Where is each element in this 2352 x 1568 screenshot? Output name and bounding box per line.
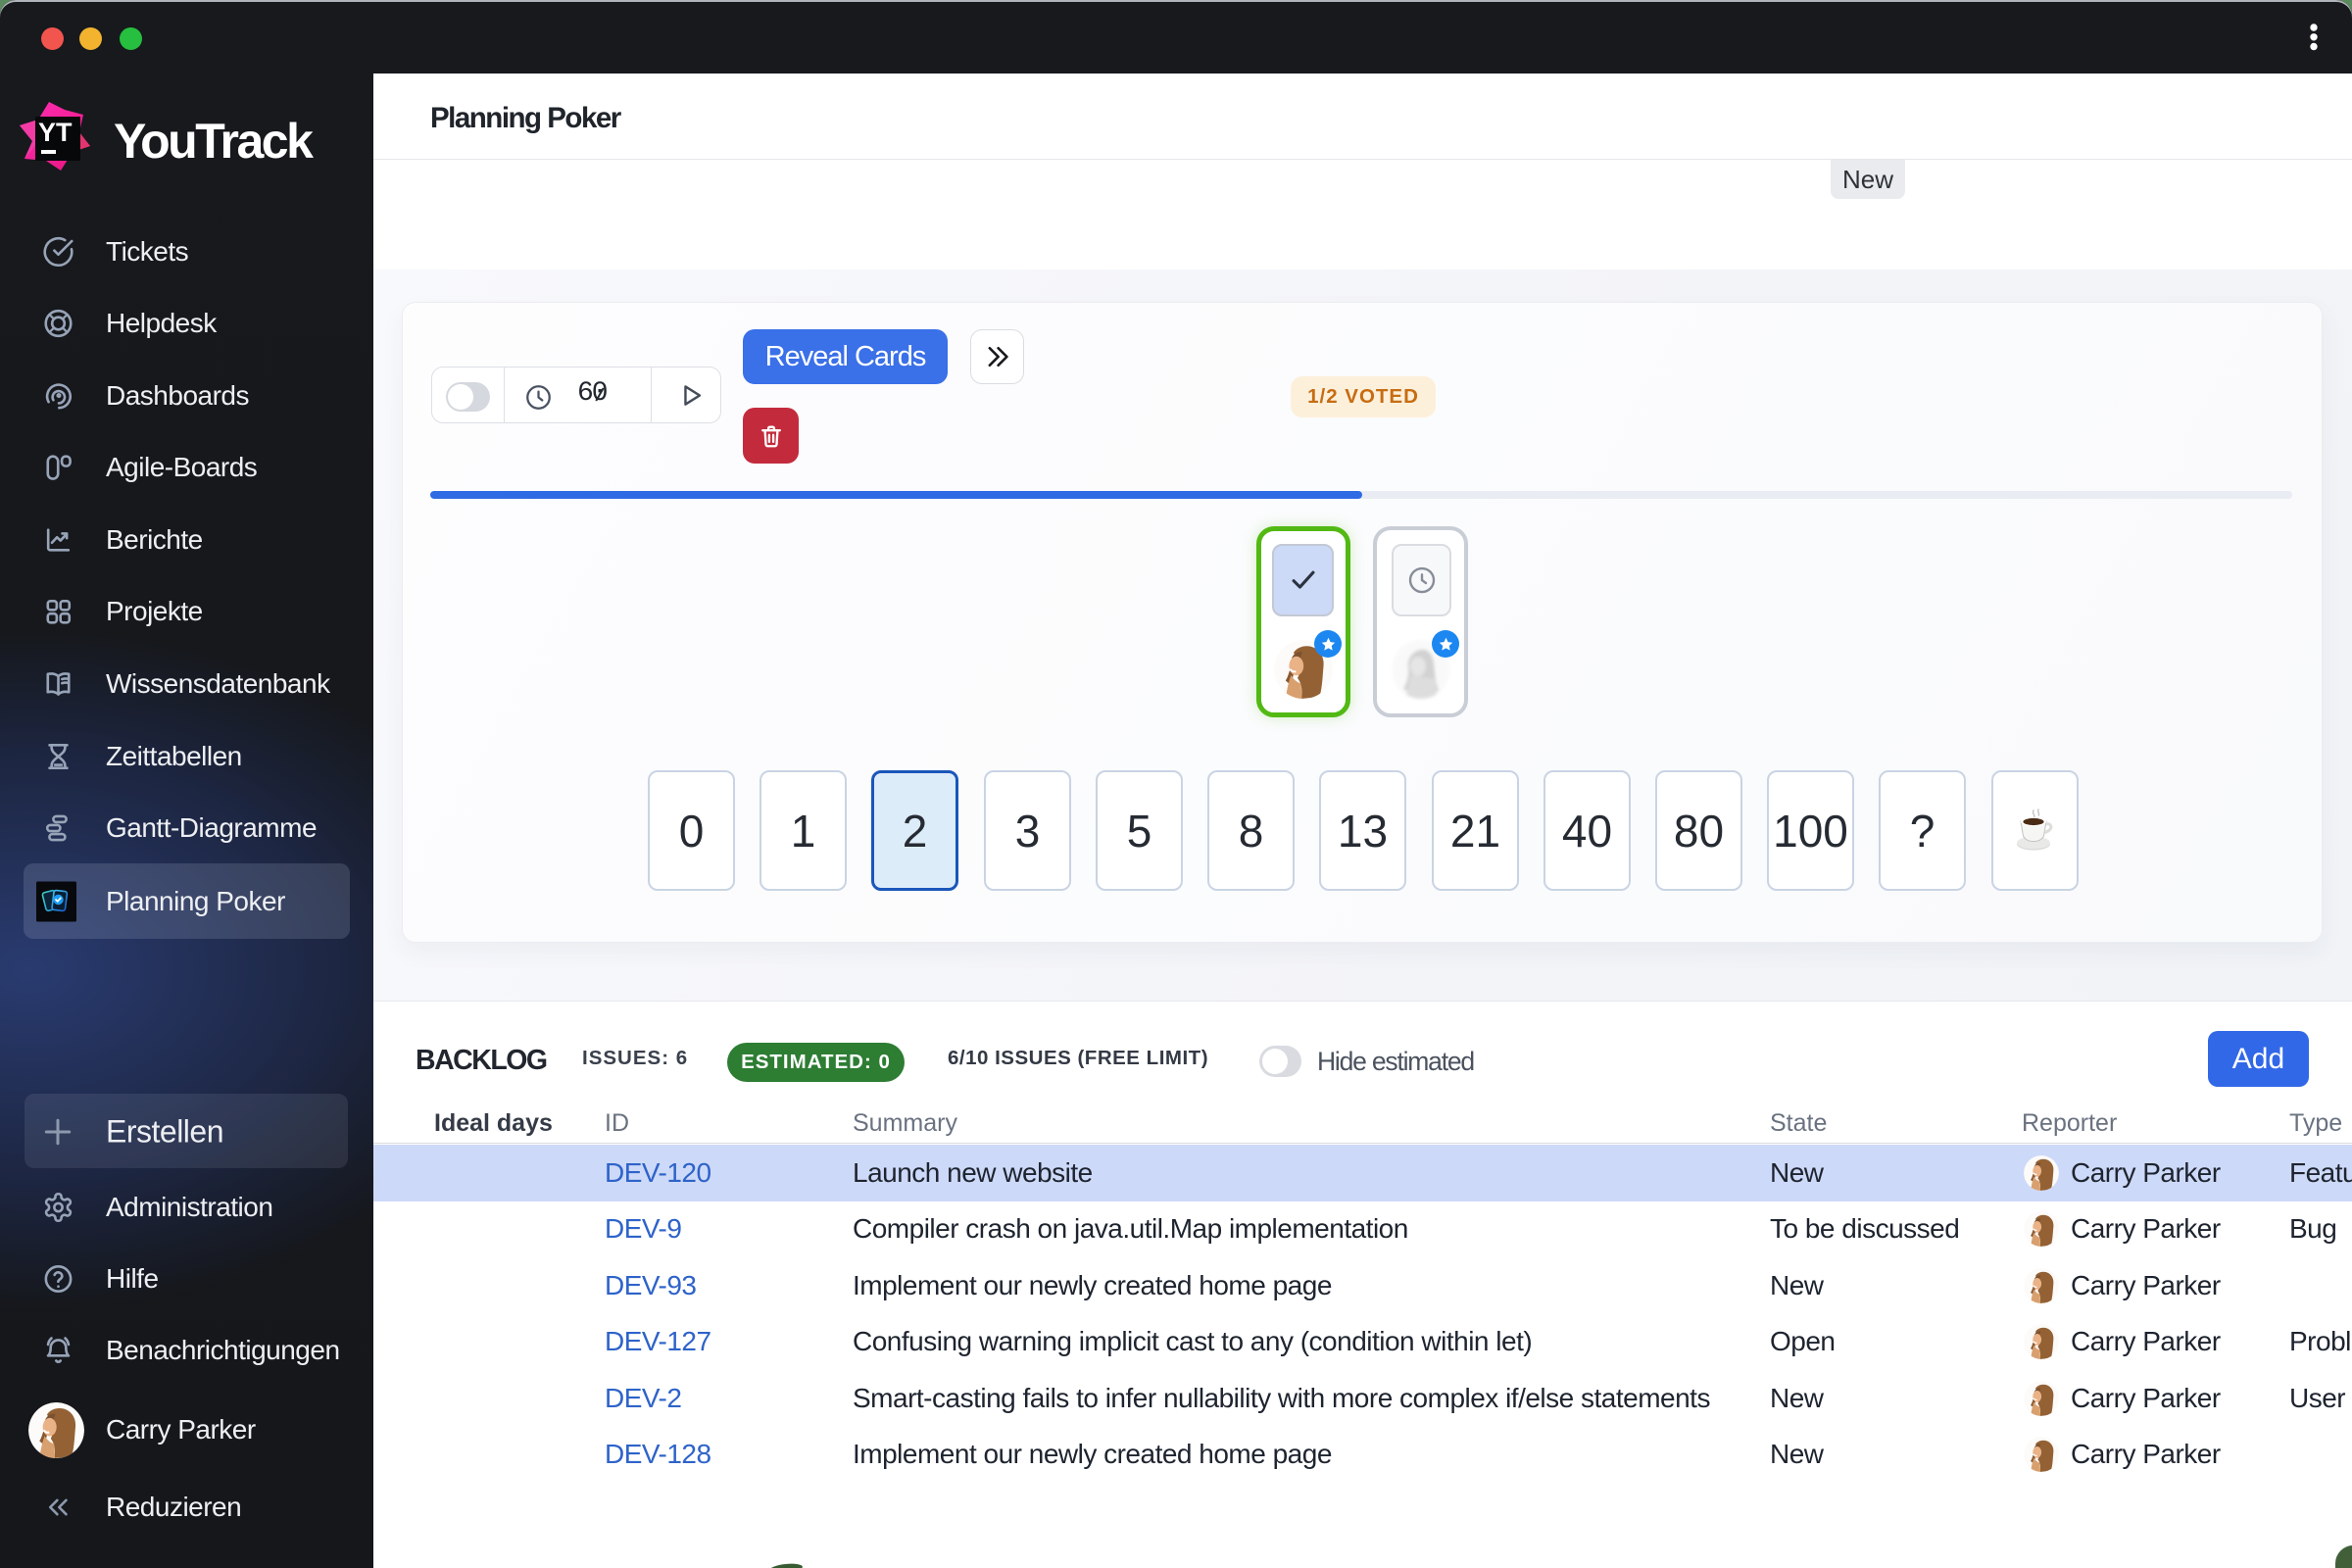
svg-text:YT: YT bbox=[38, 118, 73, 147]
